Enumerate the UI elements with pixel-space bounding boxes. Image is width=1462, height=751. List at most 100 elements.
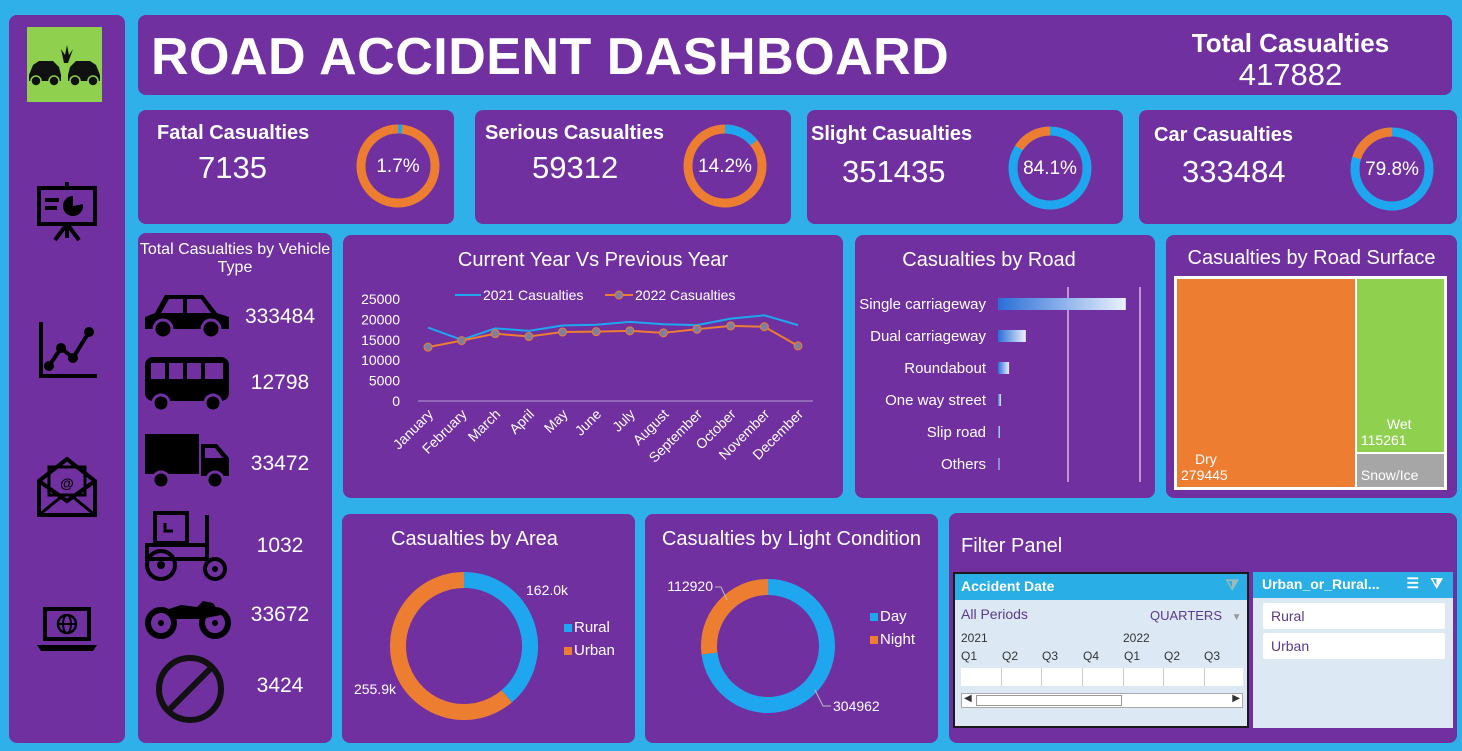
filter-panel: Filter Panel Accident Date ⧩ All Periods… <box>949 513 1457 743</box>
bar <box>998 426 1000 438</box>
date-slicer-title: Accident Date <box>961 578 1055 594</box>
surface-chart-title: Casualties by Road Surface <box>1187 247 1436 269</box>
x-tick-label: March <box>465 406 504 445</box>
kpi-value: 59312 <box>532 150 619 185</box>
quarter-label[interactable]: Q1 <box>1124 649 1140 663</box>
data-point <box>524 332 534 342</box>
scroll-left-icon[interactable]: ◀ <box>964 693 972 704</box>
urban-slicer-header: Urban_or_Rural... ☰ ⧩ <box>1253 572 1453 598</box>
car-crash-icon <box>29 45 100 87</box>
vehicle-type-panel: Total Casualties by Vehicle Type 333484 … <box>138 233 332 743</box>
data-point <box>490 329 500 339</box>
y-tick-label: 15000 <box>361 332 400 348</box>
clear-filter-icon[interactable]: ⧩ <box>1431 575 1444 592</box>
email-icon[interactable]: @ <box>35 455 99 519</box>
vehicle-value: 1032 <box>256 534 304 557</box>
kpi-donut: 84.1% <box>1008 126 1092 210</box>
vehicle-row: 33672 <box>138 583 332 649</box>
legend-swatch <box>564 624 572 632</box>
timeline-bar[interactable] <box>961 668 1243 686</box>
kpi-percent: 14.2% <box>698 156 752 177</box>
kpi-donut: 14.2% <box>683 124 767 208</box>
quarter-label[interactable]: Q2 <box>1164 649 1180 663</box>
bus-icon <box>145 357 229 413</box>
kpi-percent: 1.7% <box>376 156 419 177</box>
road-surface-panel: Casualties by Road Surface Dry 279445 Wet 1… <box>1166 235 1457 498</box>
kpi-label: Serious Casualties <box>485 122 664 144</box>
line-chart-icon[interactable] <box>35 318 99 382</box>
kpi-percent: 84.1% <box>1023 158 1077 179</box>
scroll-right-icon[interactable]: ▶ <box>1232 693 1240 704</box>
urban-slicer-title: Urban_or_Rural... <box>1262 576 1380 592</box>
scroll-thumb[interactable] <box>976 695 1122 706</box>
donut-segment <box>1352 127 1393 160</box>
kpi-label: Fatal Casualties <box>157 122 310 144</box>
category-label: Roundabout <box>904 360 987 377</box>
x-tick-label: May <box>541 406 571 436</box>
donut-segment <box>1015 126 1051 151</box>
slicer-item-rural[interactable]: Rural <box>1263 603 1445 629</box>
legend-swatch <box>870 613 878 621</box>
clear-filter-icon[interactable]: ⧩ <box>1226 577 1239 594</box>
y-tick-label: 25000 <box>361 291 400 307</box>
vehicle-value: 33472 <box>250 452 310 475</box>
x-tick-label: July <box>609 406 638 435</box>
donut-slice <box>463 572 538 703</box>
urban-rural-slicer[interactable]: Urban_or_Rural... ☰ ⧩ Rural Urban <box>1253 572 1453 728</box>
kpi-value: 7135 <box>198 150 267 185</box>
bar <box>998 330 1026 342</box>
quarter-label[interactable]: Q2 <box>1002 649 1018 663</box>
truck-icon <box>145 434 229 490</box>
kpi-car-card: Car Casualties 333484 79.8% <box>1139 110 1457 224</box>
vehicle-row: 3424 <box>138 651 332 725</box>
quarter-label[interactable]: Q3 <box>1042 649 1058 663</box>
vehicle-row: 33472 <box>138 430 332 496</box>
data-point <box>591 327 601 337</box>
x-tick-label: April <box>506 406 537 437</box>
vehicle-value: 12798 <box>250 371 310 394</box>
vehicle-panel-title: Total Casualties by Vehicle Type <box>139 241 331 276</box>
sidebar: @ <box>9 15 125 743</box>
legend-label: Day <box>880 608 907 625</box>
bar <box>998 458 1000 470</box>
data-point <box>625 326 635 336</box>
slice-label: 255.9k <box>354 681 397 697</box>
kpi-donut: 79.8% <box>1350 127 1434 211</box>
legend-swatch <box>564 647 572 655</box>
year-label: 2022 <box>1123 631 1150 645</box>
quarter-label[interactable]: Q1 <box>961 649 977 663</box>
series-line <box>427 324 799 349</box>
prohibited-icon <box>156 655 224 723</box>
category-label: One way street <box>885 392 987 409</box>
vehicle-row: 1032 <box>138 509 332 581</box>
all-periods-label: All Periods <box>961 606 1028 622</box>
multi-select-icon[interactable]: ☰ <box>1406 575 1419 592</box>
data-point <box>759 322 769 332</box>
slice-label: 112920 <box>667 578 713 594</box>
svg-text:@: @ <box>60 475 74 491</box>
page-title: ROAD ACCIDENT DASHBOARD <box>151 28 950 86</box>
accident-date-slicer[interactable]: Accident Date ⧩ All Periods QUARTERS ▼ 2… <box>953 572 1249 728</box>
quarter-label[interactable]: Q3 <box>1204 649 1220 663</box>
kpi-fatal-card: Fatal Casualties 7135 1.7% <box>138 110 454 224</box>
kpi-value: 333484 <box>1182 154 1286 189</box>
granularity-select[interactable]: QUARTERS ▼ <box>1150 608 1242 623</box>
slice-label: 162.0k <box>526 582 569 598</box>
presentation-icon[interactable] <box>35 180 99 244</box>
category-label: Dual carriageway <box>870 328 986 345</box>
logo <box>27 27 102 102</box>
quarter-label[interactable]: Q4 <box>1083 649 1099 663</box>
light-donut-chart: 304962 112920 Day Night <box>667 578 916 714</box>
legend-swatch <box>870 636 878 644</box>
timeline-scrollbar[interactable]: ◀ ▶ <box>961 693 1243 708</box>
date-slicer-header: Accident Date ⧩ <box>955 574 1247 600</box>
slicer-item-urban[interactable]: Urban <box>1263 633 1445 659</box>
vehicle-value: 3424 <box>256 674 304 697</box>
laptop-globe-icon[interactable] <box>35 595 99 659</box>
legend-label: 2021 Casualties <box>483 287 583 303</box>
surface-treemap: Dry 279445 Wet 115261 Snow/Ice <box>1174 276 1447 490</box>
kpi-serious-card: Serious Casualties 59312 14.2% <box>475 110 791 224</box>
motorcycle-icon <box>145 601 231 639</box>
y-tick-label: 10000 <box>361 352 400 368</box>
bar <box>998 298 1126 310</box>
